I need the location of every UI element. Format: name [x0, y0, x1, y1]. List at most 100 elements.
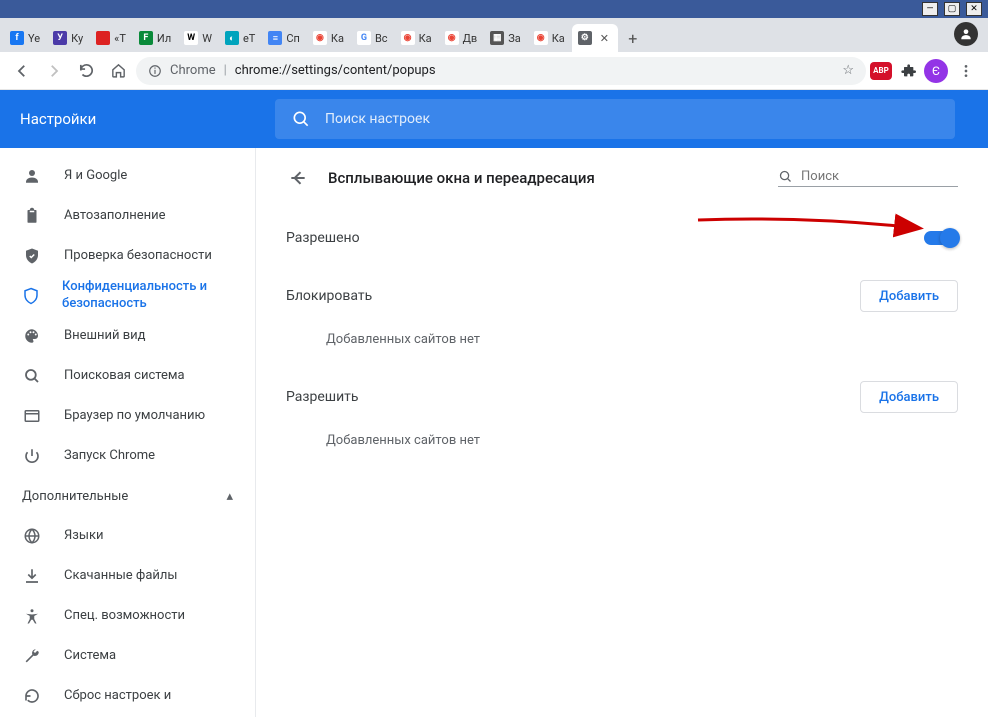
sidebar-item-person[interactable]: Я и Google: [0, 156, 255, 196]
browser-tab[interactable]: ◉Ка: [395, 24, 438, 52]
advanced-label: Дополнительные: [22, 489, 128, 504]
favicon: ≡: [268, 31, 282, 45]
block-empty-message: Добавленных сайтов нет: [286, 312, 958, 351]
window-minimize-button[interactable]: —: [922, 2, 938, 16]
home-button[interactable]: [104, 57, 132, 85]
favicon: У: [53, 31, 67, 45]
main-panel: Всплывающие окна и переадресация Разреше…: [256, 148, 988, 717]
page-search-input[interactable]: [801, 169, 967, 184]
settings-header: Настройки: [0, 90, 988, 148]
browser-tab[interactable]: ▦ За: [484, 24, 527, 52]
user-avatar-icon[interactable]: Є: [924, 59, 948, 83]
sidebar-item-shield[interactable]: Конфиденциальность и безопасность: [0, 276, 255, 316]
allow-section: Разрешить Добавить Добавленных сайтов не…: [286, 357, 958, 458]
globe-icon: [22, 527, 42, 545]
page-search[interactable]: [778, 169, 958, 187]
menu-icon[interactable]: [952, 57, 980, 85]
sidebar-item-label: Автозаполнение: [64, 208, 166, 225]
browser-tab[interactable]: WW: [178, 24, 218, 52]
tab-close-icon[interactable]: ✕: [600, 32, 612, 44]
allowed-toggle[interactable]: [924, 231, 958, 245]
back-button[interactable]: [8, 57, 36, 85]
profile-avatar[interactable]: [954, 22, 978, 46]
sidebar-item-label: Проверка безопасности: [64, 248, 212, 265]
shield-icon: [22, 287, 40, 305]
favicon: ◉: [445, 31, 459, 45]
tab-label: Ил: [157, 32, 171, 45]
tab-label: Дв: [463, 32, 478, 45]
browser-tab[interactable]: ◉Ка: [307, 24, 350, 52]
favicon: G: [357, 31, 371, 45]
browser-tab[interactable]: GВс: [351, 24, 394, 52]
power-icon: [22, 447, 42, 465]
tab-label: Ка: [552, 32, 565, 45]
new-tab-button[interactable]: +: [619, 24, 647, 52]
tab-label: Сп: [286, 32, 300, 45]
shield-check-icon: [22, 247, 42, 265]
allow-add-button[interactable]: Добавить: [860, 381, 958, 413]
sidebar-item-label: Браузер по умолчанию: [64, 408, 205, 425]
favicon: [96, 31, 110, 45]
favicon: ⚙: [578, 31, 592, 45]
favicon: ◐: [225, 31, 239, 45]
block-add-button[interactable]: Добавить: [860, 280, 958, 312]
sidebar-item-reset[interactable]: Сброс настроек и: [0, 676, 255, 716]
accessibility-icon: [22, 607, 42, 625]
tab-label: «Т: [114, 32, 126, 45]
sidebar-item-shield-check[interactable]: Проверка безопасности: [0, 236, 255, 276]
download-icon: [22, 567, 42, 585]
sidebar-item-label: Система: [64, 648, 116, 665]
sidebar-item-label: Конфиденциальность и безопасность: [62, 279, 233, 313]
clipboard-icon: [22, 207, 42, 225]
allowed-label: Разрешено: [286, 230, 360, 246]
site-info-icon[interactable]: [148, 64, 162, 78]
favicon: F: [139, 31, 153, 45]
settings-title: Настройки: [20, 110, 255, 128]
browser-tab[interactable]: ⚙✕: [572, 24, 618, 52]
sidebar-item-palette[interactable]: Внешний вид: [0, 316, 255, 356]
browser-tab[interactable]: УКу: [47, 24, 89, 52]
url-text: chrome://settings/content/popups: [235, 63, 436, 78]
sidebar-item-clipboard[interactable]: Автозаполнение: [0, 196, 255, 236]
settings-search[interactable]: [275, 99, 955, 139]
window-maximize-button[interactable]: ▢: [944, 2, 960, 16]
extension-abp-icon[interactable]: ABP: [870, 62, 892, 80]
page-back-button[interactable]: [286, 166, 310, 190]
favicon: ▦: [490, 31, 504, 45]
search-icon: [778, 169, 793, 184]
favicon: f: [10, 31, 24, 45]
forward-button[interactable]: [40, 57, 68, 85]
favicon: ◉: [401, 31, 415, 45]
sidebar-item-download[interactable]: Скачанные файлы: [0, 556, 255, 596]
tab-label: Ка: [331, 32, 344, 45]
annotation-arrow: [696, 212, 926, 240]
sidebar-item-search[interactable]: Поисковая система: [0, 356, 255, 396]
browser-tab[interactable]: ◐ eT: [219, 24, 261, 52]
sidebar-item-wrench[interactable]: Система: [0, 636, 255, 676]
wrench-icon: [22, 647, 42, 665]
browser-tab[interactable]: ◉Ка: [528, 24, 571, 52]
sidebar-item-globe[interactable]: Языки: [0, 516, 255, 556]
sidebar-item-label: Запуск Chrome: [64, 448, 155, 465]
sidebar: Я и Google Автозаполнение Проверка безопас…: [0, 148, 256, 717]
window-close-button[interactable]: ✕: [966, 2, 982, 16]
sidebar-item-window[interactable]: Браузер по умолчанию: [0, 396, 255, 436]
sidebar-advanced-toggle[interactable]: Дополнительные▴: [0, 476, 255, 516]
reload-button[interactable]: [72, 57, 100, 85]
tab-label: За: [508, 32, 521, 45]
extensions-icon[interactable]: [896, 59, 920, 83]
bookmark-star-icon[interactable]: ☆: [842, 63, 854, 78]
browser-tab[interactable]: ◉ Дв: [439, 24, 484, 52]
sidebar-item-accessibility[interactable]: Спец. возможности: [0, 596, 255, 636]
address-bar[interactable]: Chrome | chrome://settings/content/popup…: [136, 57, 866, 85]
browser-tab[interactable]: «Т: [90, 24, 132, 52]
palette-icon: [22, 327, 42, 345]
settings-search-input[interactable]: [325, 111, 939, 127]
browser-tab[interactable]: ≡ Сп: [262, 24, 306, 52]
sidebar-item-power[interactable]: Запуск Chrome: [0, 436, 255, 476]
browser-tab[interactable]: F Ил: [133, 24, 177, 52]
tab-label: eT: [243, 32, 255, 45]
sidebar-item-label: Я и Google: [64, 168, 127, 185]
tab-label: W: [202, 32, 212, 45]
browser-tab[interactable]: fYe: [4, 24, 46, 52]
